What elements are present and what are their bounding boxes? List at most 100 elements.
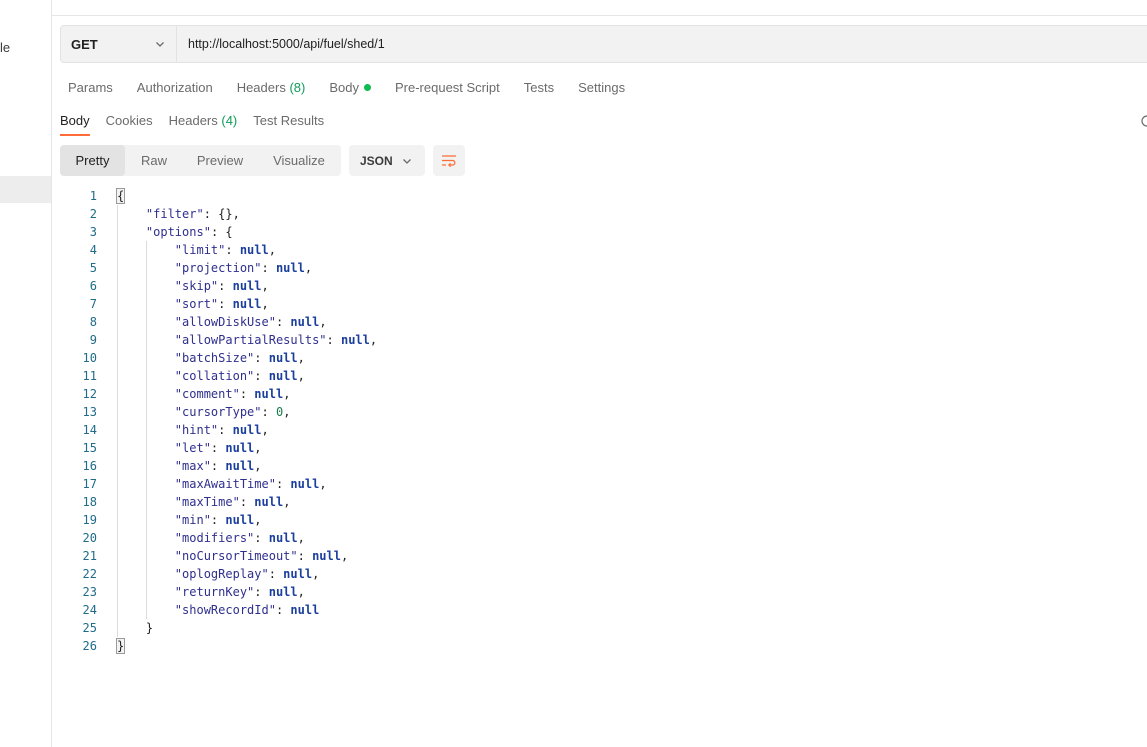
line-number: 20 xyxy=(82,531,97,545)
response-tab-headers-count: (4) xyxy=(221,113,238,128)
code-text: } xyxy=(117,621,154,635)
line-number: 17 xyxy=(82,477,97,491)
indent-guide xyxy=(117,205,118,637)
preview-button[interactable]: Preview xyxy=(183,145,257,176)
code-text: "let": null, xyxy=(174,441,262,455)
code-text: "maxAwaitTime": null, xyxy=(174,477,327,491)
code-text: "hint": null, xyxy=(174,423,269,437)
line-number: 12 xyxy=(82,387,97,401)
line-number: 15 xyxy=(82,441,97,455)
resize-icon[interactable] xyxy=(1141,114,1147,128)
code-text: "maxTime": null, xyxy=(174,495,291,509)
code-line: 6 "skip": null, xyxy=(60,277,1147,295)
response-tab-cookies[interactable]: Cookies xyxy=(106,113,153,136)
wrap-lines-icon xyxy=(442,154,456,167)
raw-button[interactable]: Raw xyxy=(125,145,183,176)
code-line: 15 "let": null, xyxy=(60,439,1147,457)
method-select[interactable]: GET xyxy=(61,26,177,62)
code-text: "cursorType": 0, xyxy=(174,405,291,419)
code-text: } xyxy=(115,638,126,654)
code-line: 8 "allowDiskUse": null, xyxy=(60,313,1147,331)
tab-headers[interactable]: Headers (8) xyxy=(237,80,306,95)
code-line: 7 "sort": null, xyxy=(60,295,1147,313)
response-tab-body[interactable]: Body xyxy=(60,113,90,136)
code-text: "max": null, xyxy=(174,459,262,473)
pretty-button[interactable]: Pretty xyxy=(60,145,125,176)
tab-body[interactable]: Body xyxy=(329,80,371,95)
code-line: 21 "noCursorTimeout": null, xyxy=(60,547,1147,565)
format-select[interactable]: JSON xyxy=(349,145,425,176)
line-number: 6 xyxy=(89,279,97,293)
code-text: "oplogReplay": null, xyxy=(174,567,320,581)
code-text: "noCursorTimeout": null, xyxy=(174,549,349,563)
code-text: "skip": null, xyxy=(174,279,269,293)
code-line: 13 "cursorType": 0, xyxy=(60,403,1147,421)
url-input[interactable]: http://localhost:5000/api/fuel/shed/1 xyxy=(177,37,385,51)
line-number: 22 xyxy=(82,567,97,581)
tab-headers-count: (8) xyxy=(289,80,306,95)
line-number: 24 xyxy=(82,603,97,617)
code-text: "allowDiskUse": null, xyxy=(174,315,327,329)
code-text: "comment": null, xyxy=(174,387,291,401)
line-number: 23 xyxy=(82,585,97,599)
request-tabs: Params Authorization Headers (8) Body Pr… xyxy=(68,80,625,95)
code-line: 11 "collation": null, xyxy=(60,367,1147,385)
line-number: 11 xyxy=(82,369,97,383)
code-line: 17 "maxAwaitTime": null, xyxy=(60,475,1147,493)
code-line: 12 "comment": null, xyxy=(60,385,1147,403)
line-number: 4 xyxy=(89,243,97,257)
line-number: 14 xyxy=(82,423,97,437)
code-line: 16 "max": null, xyxy=(60,457,1147,475)
tab-settings[interactable]: Settings xyxy=(578,80,625,95)
sidebar-selected-item[interactable] xyxy=(0,176,51,203)
tab-prerequest-script[interactable]: Pre-request Script xyxy=(395,80,500,95)
code-line: 2 "filter": {}, xyxy=(60,205,1147,223)
code-line: 14 "hint": null, xyxy=(60,421,1147,439)
line-number: 21 xyxy=(82,549,97,563)
tab-headers-label: Headers xyxy=(236,80,286,95)
code-line: 18 "maxTime": null, xyxy=(60,493,1147,511)
chevron-down-icon xyxy=(156,42,164,47)
code-line: 25 } xyxy=(60,619,1147,637)
chevron-down-icon xyxy=(403,158,411,164)
tab-authorization[interactable]: Authorization xyxy=(137,80,213,95)
response-tab-headers-label: Headers xyxy=(168,113,218,128)
code-line: 5 "projection": null, xyxy=(60,259,1147,277)
line-number: 18 xyxy=(82,495,97,509)
line-number: 19 xyxy=(82,513,97,527)
code-text: "allowPartialResults": null, xyxy=(174,333,378,347)
code-line: 1{ xyxy=(60,187,1147,205)
line-number: 2 xyxy=(89,207,97,221)
tab-tests[interactable]: Tests xyxy=(524,80,554,95)
code-line: 10 "batchSize": null, xyxy=(60,349,1147,367)
code-line: 3 "options": { xyxy=(60,223,1147,241)
code-line: 23 "returnKey": null, xyxy=(60,583,1147,601)
code-line: 22 "oplogReplay": null, xyxy=(60,565,1147,583)
line-number: 10 xyxy=(82,351,97,365)
sidebar-label-fragment[interactable]: le xyxy=(0,40,10,55)
code-line: 4 "limit": null, xyxy=(60,241,1147,259)
line-number: 13 xyxy=(82,405,97,419)
visualize-button[interactable]: Visualize xyxy=(257,145,341,176)
line-number: 1 xyxy=(89,189,97,203)
view-mode-group: Pretty Raw Preview Visualize xyxy=(60,145,341,176)
tab-params[interactable]: Params xyxy=(68,80,113,95)
line-number: 3 xyxy=(89,225,97,239)
line-number: 9 xyxy=(89,333,97,347)
wrap-lines-button[interactable] xyxy=(433,145,465,176)
method-label: GET xyxy=(71,36,98,52)
code-text: "options": { xyxy=(145,225,233,239)
response-tab-test-results[interactable]: Test Results xyxy=(253,113,324,136)
response-tab-headers[interactable]: Headers (4) xyxy=(169,113,238,136)
sidebar: le xyxy=(0,0,52,747)
code-text: "filter": {}, xyxy=(145,207,240,221)
code-text: "sort": null, xyxy=(174,297,269,311)
code-line: 9 "allowPartialResults": null, xyxy=(60,331,1147,349)
code-line: 19 "min": null, xyxy=(60,511,1147,529)
code-line: 26} xyxy=(60,637,1147,655)
line-number: 8 xyxy=(89,315,97,329)
format-label: JSON xyxy=(360,153,393,168)
line-number: 25 xyxy=(82,621,97,635)
response-body-editor[interactable]: 1{2 "filter": {}, 3 "options": {4 "limit"… xyxy=(60,187,1147,655)
code-text: { xyxy=(115,188,126,204)
